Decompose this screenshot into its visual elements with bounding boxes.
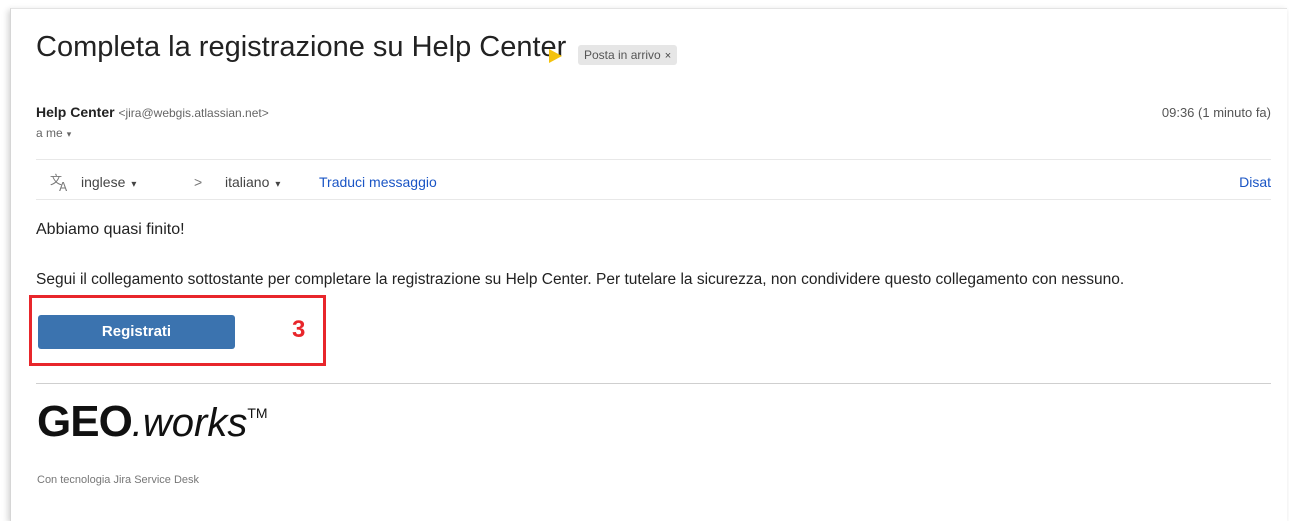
email-timestamp: 09:36 (1 minuto fa) [1161, 105, 1271, 120]
footer-divider [36, 383, 1271, 384]
svg-text:A: A [59, 180, 68, 192]
greeting-text: Abbiamo quasi finito! [36, 221, 185, 238]
annotation-step-number: 3 [292, 316, 306, 343]
disable-translation-link[interactable]: Disat [1239, 174, 1271, 190]
importance-marker-icon[interactable] [549, 49, 562, 63]
translate-bar: 文 A inglese ▾ > italiano ▾ Traduci messagg… [36, 167, 1271, 199]
chevron-down-icon: ▾ [131, 179, 137, 190]
instructions-text: Segui il collegamento sottostante per co… [36, 271, 1125, 288]
remove-label-icon[interactable]: × [665, 50, 671, 62]
header-divider [36, 159, 1271, 160]
inbox-label-text: Posta in arrivo [584, 48, 661, 62]
inbox-label-chip[interactable]: Posta in arrivo × [578, 45, 678, 65]
source-language-label: inglese [81, 174, 126, 190]
email-window: Completa la registrazione su Help Center… [10, 8, 1287, 521]
register-button[interactable]: Registrati [38, 315, 235, 349]
chevron-down-icon[interactable]: ▾ [67, 129, 72, 139]
sender-name: Help Center [36, 104, 115, 120]
recipient-details[interactable]: a me ▾ [36, 126, 71, 140]
sender-line: Help Center <jira@webgis.atlassian.net> [36, 104, 269, 120]
sender-email: <jira@webgis.atlassian.net> [118, 106, 269, 120]
target-language-dropdown[interactable]: italiano ▾ [225, 174, 280, 190]
recipient-label: a me [36, 126, 63, 140]
source-language-dropdown[interactable]: inglese ▾ [81, 174, 136, 190]
email-subject: Completa la registrazione su Help Center [36, 31, 567, 63]
chevron-right-icon: > [194, 174, 203, 190]
geoworks-logo: GEO.worksTM [37, 397, 268, 446]
translate-message-link[interactable]: Traduci messaggio [319, 174, 437, 190]
translate-icon: 文 A [50, 172, 72, 197]
chevron-down-icon: ▾ [275, 179, 281, 190]
powered-by-text: Con tecnologia Jira Service Desk [37, 474, 200, 486]
translate-divider [36, 199, 1271, 200]
translate-glyph-icon: 文 A [50, 172, 68, 194]
target-language-label: italiano [225, 174, 270, 190]
